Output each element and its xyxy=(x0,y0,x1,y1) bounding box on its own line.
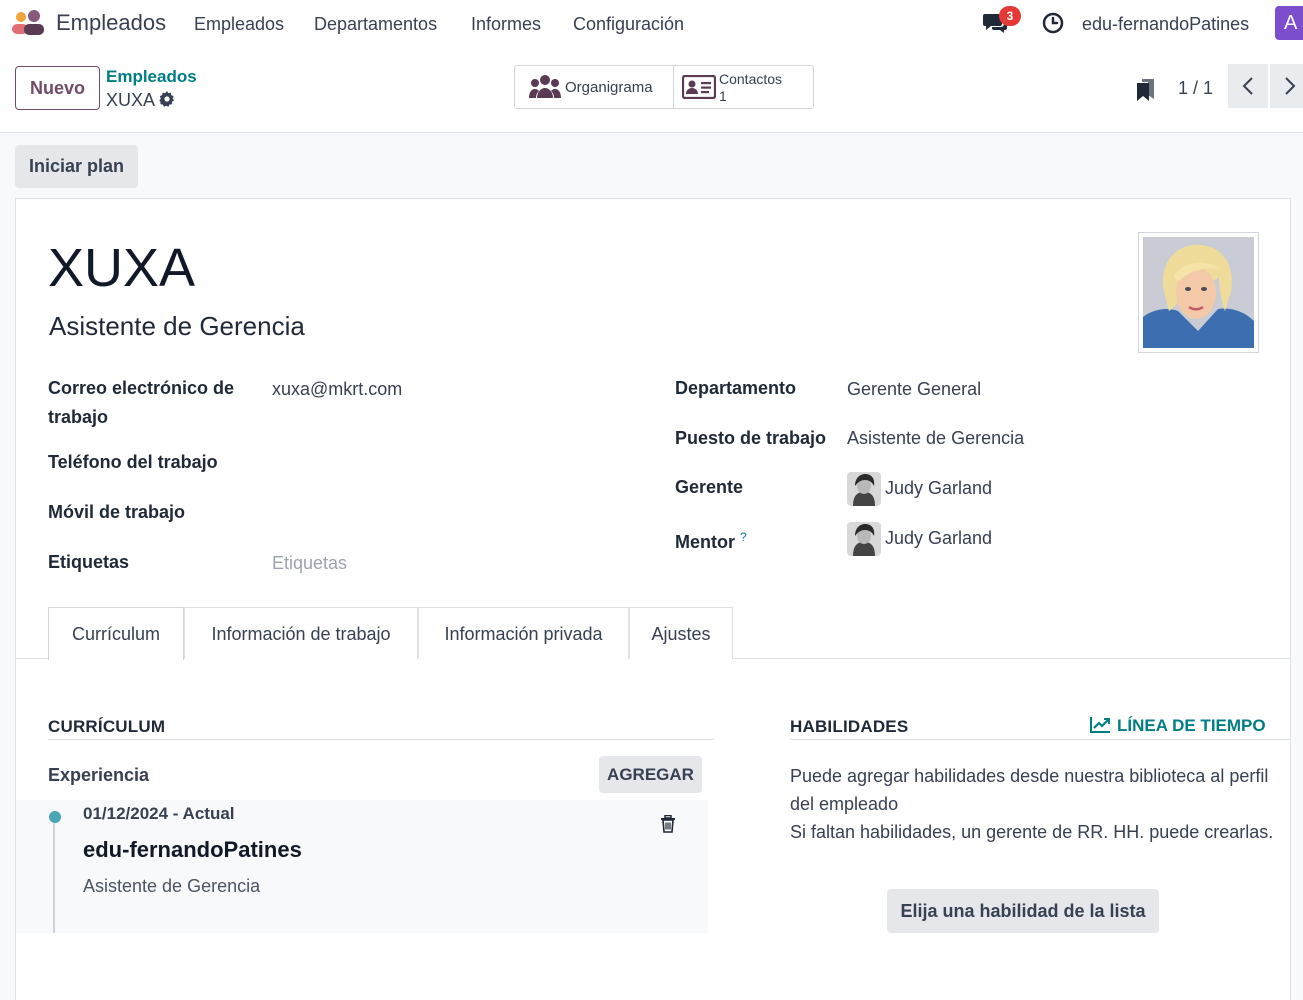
trash-icon[interactable] xyxy=(660,815,676,833)
tab-resume[interactable]: Currículum xyxy=(48,607,184,660)
skills-divider xyxy=(790,739,1290,740)
breadcrumb-current: XUXA xyxy=(106,90,156,110)
contacts-label: Contactos 1 xyxy=(719,71,783,104)
user-name[interactable]: edu-fernandoPatines xyxy=(1082,14,1249,35)
employee-job-title[interactable]: Asistente de Gerencia xyxy=(49,311,305,342)
pager-previous-button[interactable] xyxy=(1228,64,1268,108)
chevron-right-icon xyxy=(1285,77,1296,95)
user-avatar[interactable]: A xyxy=(1275,6,1303,40)
help-tooltip-icon[interactable]: ? xyxy=(740,530,747,544)
timeline-link[interactable]: LÍNEA DE TIEMPO xyxy=(1089,716,1266,736)
chat-badge: 3 xyxy=(999,6,1021,26)
gear-icon[interactable] xyxy=(159,91,175,107)
pick-skill-button[interactable]: Elija una habilidad de la lista xyxy=(887,889,1159,933)
skills-help-line-2: Si faltan habilidades, un gerente de RR.… xyxy=(790,822,1274,842)
work-mobile-field[interactable] xyxy=(272,503,572,527)
bookmark-icon[interactable] xyxy=(1136,78,1156,102)
timeline-line xyxy=(53,823,55,933)
mentor-field[interactable]: Judy Garland xyxy=(885,528,992,549)
add-resume-line-button[interactable]: AGREGAR xyxy=(599,756,702,793)
label-work-mobile: Móvil de trabajo xyxy=(48,502,186,522)
employee-photo-image xyxy=(1143,237,1254,348)
tab-settings[interactable]: Ajustes xyxy=(629,607,733,659)
label-mentor: Mentor ? xyxy=(675,530,747,552)
employee-form-sheet: XUXA Asistente de Gerencia Correo electr… xyxy=(15,198,1291,1000)
menu-departamentos[interactable]: Departamentos xyxy=(314,14,437,35)
resume-line-name: edu-fernandoPatines xyxy=(83,837,302,862)
employee-photo[interactable] xyxy=(1138,232,1259,353)
mentor-avatar[interactable] xyxy=(847,522,881,556)
breadcrumb-parent[interactable]: Empleados xyxy=(106,67,197,87)
contact-card-icon xyxy=(682,75,716,99)
clock-icon[interactable] xyxy=(1042,12,1064,34)
pager-value[interactable]: 1 / 1 xyxy=(1178,78,1213,99)
experience-label: Experiencia xyxy=(48,765,150,785)
menu-configuracion[interactable]: Configuración xyxy=(573,14,684,35)
label-manager: Gerente xyxy=(675,477,744,497)
org-chart-label: Organigrama xyxy=(565,79,653,96)
manager-avatar[interactable] xyxy=(847,472,881,506)
start-plan-button[interactable]: Iniciar plan xyxy=(15,145,138,188)
skills-section-title: HABILIDADES xyxy=(790,717,909,736)
control-panel: Nuevo Empleados XUXA Organigrama Contact… xyxy=(0,48,1303,133)
work-phone-field[interactable] xyxy=(272,453,572,477)
employees-app-icon[interactable] xyxy=(10,10,46,36)
resume-section-title: CURRÍCULUM xyxy=(48,717,166,736)
resume-line-description: Asistente de Gerencia xyxy=(83,876,261,896)
job-position-field[interactable]: Asistente de Gerencia xyxy=(847,428,1024,449)
org-chart-button[interactable]: Organigrama xyxy=(515,66,674,108)
tab-private-information[interactable]: Información privada xyxy=(418,607,629,659)
resume-line-date: 01/12/2024 - Actual xyxy=(83,804,235,823)
menu-informes[interactable]: Informes xyxy=(471,14,541,35)
pager-next-button[interactable] xyxy=(1270,64,1303,108)
contacts-count: 1 xyxy=(719,88,727,104)
tab-work-information[interactable]: Información de trabajo xyxy=(184,607,418,659)
top-navbar: Empleados Empleados Departamentos Inform… xyxy=(0,0,1303,48)
employee-name[interactable]: XUXA xyxy=(48,237,195,299)
label-work-email: Correo electrónico de trabajo xyxy=(48,378,235,427)
label-tags: Etiquetas xyxy=(48,552,130,572)
skills-help-line-1: Puede agregar habilidades desde nuestra … xyxy=(790,766,1269,814)
label-job-position: Puesto de trabajo xyxy=(675,428,827,448)
manager-field[interactable]: Judy Garland xyxy=(885,478,992,499)
contacts-button[interactable]: Contactos 1 xyxy=(674,66,813,108)
new-button[interactable]: Nuevo xyxy=(15,66,100,110)
app-name[interactable]: Empleados xyxy=(56,10,166,36)
line-chart-icon xyxy=(1090,717,1110,733)
tags-field[interactable]: Etiquetas xyxy=(272,553,347,574)
form-tabs: Currículum Información de trabajo Inform… xyxy=(16,607,1290,660)
skills-empty-help: Puede agregar habilidades desde nuestra … xyxy=(790,762,1295,846)
menu-empleados[interactable]: Empleados xyxy=(194,14,284,35)
users-icon xyxy=(529,75,561,98)
smart-buttons: Organigrama Contactos 1 xyxy=(514,65,814,109)
timeline-label: LÍNEA DE TIEMPO xyxy=(1117,716,1266,735)
resume-divider xyxy=(48,739,714,740)
label-department: Departamento xyxy=(675,378,797,398)
label-work-phone: Teléfono del trabajo xyxy=(48,452,218,472)
timeline-dot xyxy=(49,811,61,823)
department-field[interactable]: Gerente General xyxy=(847,379,981,400)
chevron-left-icon xyxy=(1242,77,1253,95)
work-email-field[interactable]: xuxa@mkrt.com xyxy=(272,379,402,400)
